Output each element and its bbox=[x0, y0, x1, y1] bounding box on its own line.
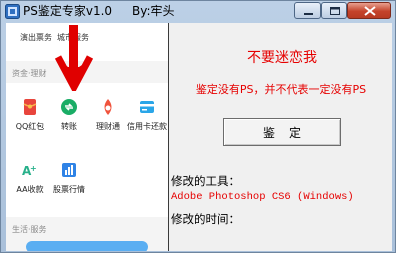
stock-icon bbox=[62, 163, 76, 177]
tile-label: AA收款 bbox=[16, 185, 44, 194]
check-button[interactable]: 鉴定 bbox=[223, 118, 341, 146]
minimize-button[interactable] bbox=[294, 2, 321, 19]
wealth-icon bbox=[104, 99, 112, 115]
svg-text:+: + bbox=[30, 164, 37, 173]
warning-note: 鉴定没有PS，并不代表一定没有PS bbox=[195, 83, 367, 96]
tile-label: 信用卡还款 bbox=[127, 122, 167, 131]
red-arrow-icon bbox=[54, 25, 94, 91]
maximize-icon bbox=[330, 7, 340, 15]
minimize-icon bbox=[304, 13, 313, 15]
close-button[interactable] bbox=[347, 2, 391, 19]
tile-qq-hongbao: QQ红包 bbox=[10, 98, 50, 132]
tile-licaitong: 理财通 bbox=[88, 98, 128, 132]
title-bar[interactable]: PS鉴定专家v1.0 By:牢头 bbox=[1, 1, 395, 23]
transfer-icon bbox=[61, 99, 77, 115]
tool-value: Adobe Photoshop CS6 (Windows) bbox=[171, 191, 354, 203]
app-window: PS鉴定专家v1.0By:牢头 演出票务 城市服务 资金·理财 bbox=[0, 0, 396, 253]
tile-credit-card: 信用卡还款 bbox=[127, 98, 167, 132]
section-title: 生活·服务 bbox=[12, 225, 47, 234]
tool-label: 修改的工具： bbox=[171, 174, 240, 188]
tile-label: 理财通 bbox=[96, 122, 120, 131]
preview-top-item: 演出票务 bbox=[20, 33, 52, 42]
app-icon bbox=[5, 4, 20, 19]
author-label: By:牢头 bbox=[132, 4, 175, 18]
preview-blue-bar bbox=[26, 241, 148, 251]
tile-label: QQ红包 bbox=[15, 122, 45, 131]
window-title: PS鉴定专家v1.0 By:牢头 bbox=[23, 4, 175, 18]
maximize-button[interactable] bbox=[321, 2, 347, 19]
aa-icon: A + bbox=[22, 164, 37, 178]
section-title: 资金·理财 bbox=[12, 69, 47, 78]
warning-title: 不要迷恋我 bbox=[247, 50, 317, 66]
tile-aa: A + AA收款 bbox=[10, 161, 50, 195]
client-area: 演出票务 城市服务 资金·理财 QQ红包 转账 bbox=[6, 23, 392, 251]
tile-label: 转账 bbox=[61, 122, 77, 131]
time-label: 修改的时间： bbox=[171, 212, 240, 226]
image-preview: 演出票务 城市服务 资金·理财 QQ红包 转账 bbox=[6, 23, 169, 251]
red-envelope-icon bbox=[23, 99, 37, 115]
tile-stock: 股票行情 bbox=[49, 161, 89, 195]
tile-transfer: 转账 bbox=[49, 98, 89, 132]
tile-label: 股票行情 bbox=[53, 185, 85, 194]
credit-card-icon bbox=[140, 101, 154, 113]
close-icon bbox=[364, 6, 376, 16]
